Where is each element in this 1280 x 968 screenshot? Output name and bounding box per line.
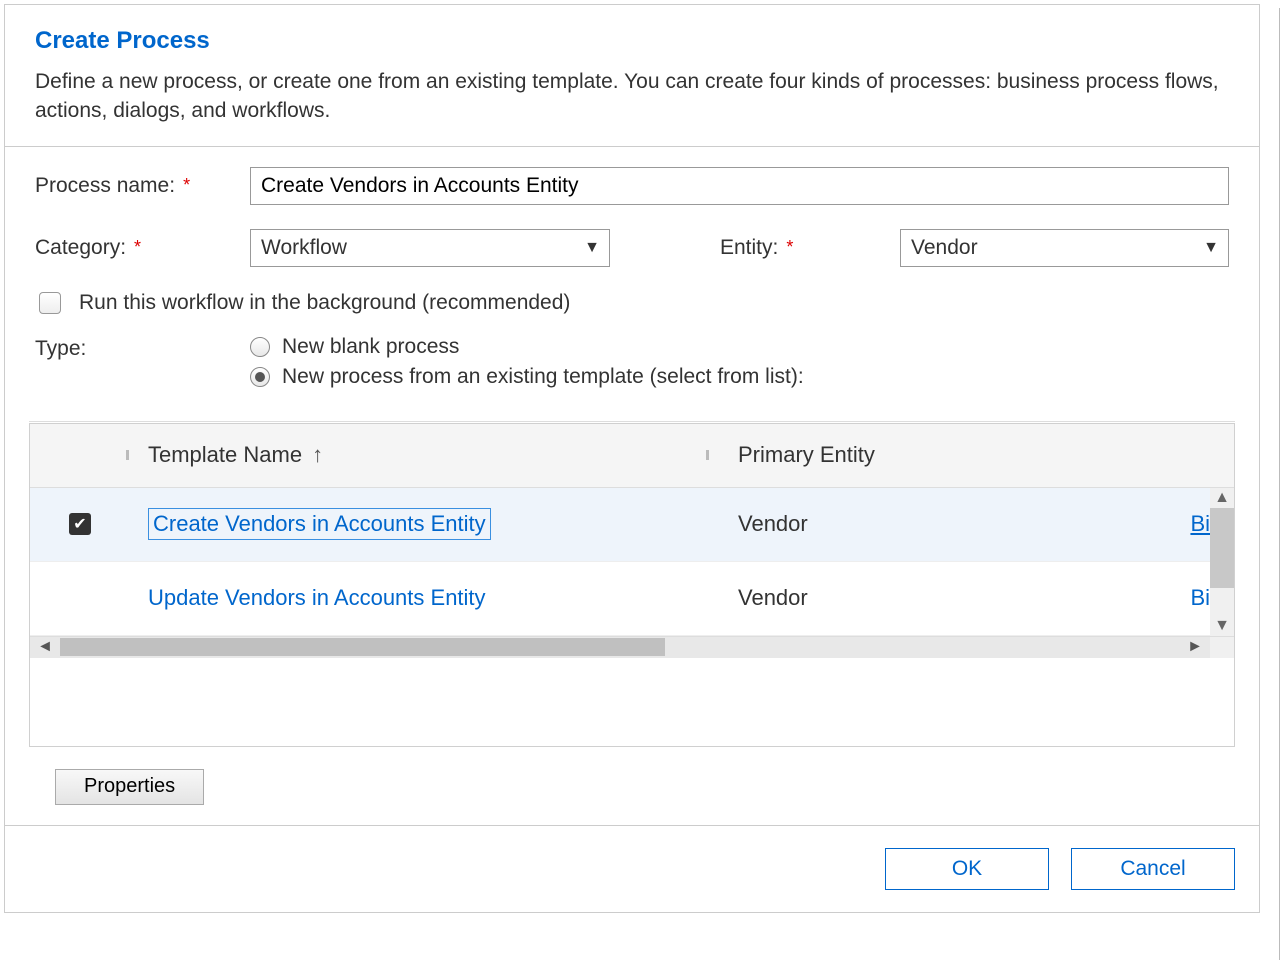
cancel-button[interactable]: Cancel (1071, 848, 1235, 890)
dialog-title: Create Process (35, 27, 1229, 55)
row-process-name: Process name: * (35, 167, 1229, 205)
ok-button[interactable]: OK (885, 848, 1049, 890)
template-grid: Template Name ↑ Primary Entity ✔ (29, 423, 1235, 747)
category-label: Category: * (35, 236, 250, 260)
hscroll-track[interactable] (60, 638, 1180, 656)
template-link[interactable]: Create Vendors in Accounts Entity (148, 508, 491, 540)
properties-button[interactable]: Properties (55, 769, 204, 805)
radio-label: New blank process (282, 335, 459, 359)
dialog-description: Define a new process, or create one from… (35, 67, 1229, 126)
template-link[interactable]: Update Vendors in Accounts Entity (148, 585, 486, 611)
radio-icon (250, 337, 270, 357)
col-header-primary-entity[interactable]: Primary Entity (710, 442, 1174, 468)
process-name-input[interactable] (250, 167, 1229, 205)
required-asterisk: * (183, 175, 190, 196)
scroll-down-icon[interactable]: ▼ (1210, 616, 1234, 636)
table-row[interactable]: Update Vendors in Accounts Entity Vendor… (30, 562, 1234, 636)
hscroll-thumb[interactable] (60, 638, 665, 656)
row-extra-link[interactable]: Bi (1190, 585, 1210, 610)
scroll-left-icon[interactable]: ◄ (30, 638, 60, 656)
scroll-up-icon[interactable]: ▲ (1210, 488, 1234, 508)
background-checkbox[interactable] (39, 292, 61, 314)
process-name-label: Process name: * (35, 174, 250, 198)
template-grid-section: Template Name ↑ Primary Entity ✔ (29, 421, 1235, 825)
category-select[interactable]: Workflow ▼ (250, 229, 610, 267)
required-asterisk: * (786, 237, 793, 258)
horizontal-scrollbar[interactable]: ◄ ► (30, 636, 1234, 658)
radio-icon (250, 367, 270, 387)
radio-blank-process[interactable]: New blank process (250, 335, 804, 359)
create-process-dialog: Create Process Define a new process, or … (4, 4, 1260, 913)
row-type: Type: New blank process New process from… (35, 335, 1229, 389)
row-entity: Vendor (710, 511, 1150, 537)
entity-select[interactable]: Vendor ▼ (900, 229, 1229, 267)
entity-label: Entity: * (720, 236, 900, 260)
row-checkbox[interactable]: ✔ (69, 513, 91, 535)
type-label: Type: (35, 335, 250, 361)
row-entity: Vendor (710, 585, 1150, 611)
required-asterisk: * (134, 237, 141, 258)
row-background: Run this workflow in the background (rec… (35, 291, 1229, 315)
row-extra-link[interactable]: Bi (1190, 511, 1210, 536)
vertical-scrollbar[interactable]: ▲ ▼ (1210, 488, 1234, 636)
grid-body: ✔ Create Vendors in Accounts Entity Vend… (30, 488, 1234, 636)
scroll-thumb[interactable] (1210, 508, 1234, 588)
grid-header: Template Name ↑ Primary Entity (30, 424, 1234, 488)
row-checkbox[interactable] (69, 587, 91, 609)
radio-template-process[interactable]: New process from an existing template (s… (250, 365, 804, 389)
entity-value: Vendor (900, 229, 1229, 267)
table-row[interactable]: ✔ Create Vendors in Accounts Entity Vend… (30, 488, 1234, 562)
dialog-footer: OK Cancel (5, 825, 1259, 912)
scroll-right-icon[interactable]: ► (1180, 638, 1210, 656)
radio-label: New process from an existing template (s… (282, 365, 804, 389)
col-header-template-name[interactable]: Template Name ↑ (130, 442, 710, 468)
row-category-entity: Category: * Workflow ▼ Entity: * Vendor … (35, 229, 1229, 267)
background-label: Run this workflow in the background (rec… (79, 291, 570, 315)
type-radio-group: New blank process New process from an ex… (250, 335, 804, 389)
sort-ascending-icon: ↑ (312, 442, 323, 468)
form: Process name: * Category: * Workflow ▼ E… (5, 147, 1259, 401)
dialog-header: Create Process Define a new process, or … (5, 5, 1259, 146)
category-value: Workflow (250, 229, 610, 267)
